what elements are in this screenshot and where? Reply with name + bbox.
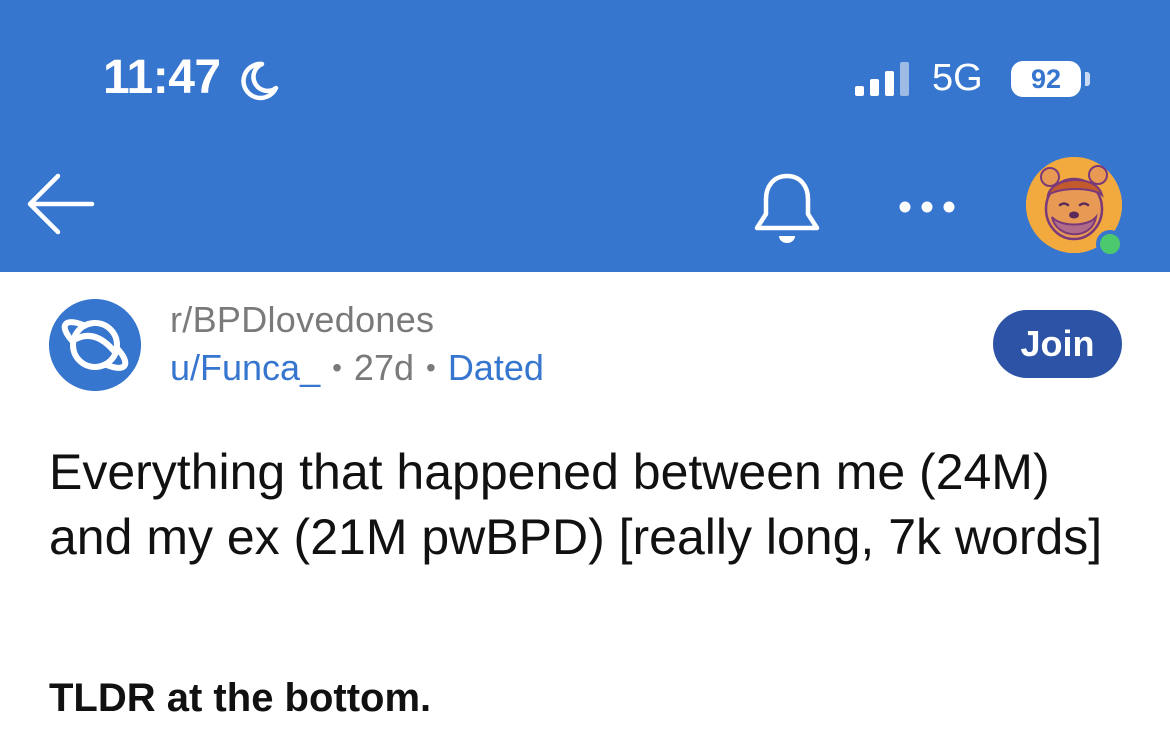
status-time: 11:47	[103, 51, 221, 104]
signal-icon	[855, 62, 909, 96]
post-flair[interactable]: Dated	[448, 347, 544, 388]
subreddit-name[interactable]: r/BPDlovedones	[170, 297, 434, 343]
battery-nub	[1085, 72, 1090, 86]
post-body-first-line: TLDR at the bottom.	[49, 676, 432, 720]
meta-separator: •	[426, 352, 436, 383]
meta-separator: •	[332, 352, 342, 383]
moon-icon	[241, 61, 279, 101]
battery-indicator: 92	[1011, 61, 1081, 97]
post-title: Everything that happened between me (24M…	[49, 444, 1103, 565]
author-link[interactable]: u/Funca_	[170, 347, 320, 388]
bell-icon[interactable]	[750, 168, 824, 248]
back-arrow-icon[interactable]	[24, 168, 96, 240]
more-dots-icon[interactable]	[893, 196, 961, 218]
online-status-dot	[1096, 230, 1124, 258]
app-header	[0, 0, 1170, 272]
subreddit-planet-icon[interactable]	[49, 299, 141, 391]
post-age: 27d	[353, 347, 414, 388]
post-meta: u/Funca_ • 27d • Dated	[170, 345, 544, 391]
join-button[interactable]: Join	[993, 310, 1122, 378]
network-type: 5G	[932, 57, 983, 99]
